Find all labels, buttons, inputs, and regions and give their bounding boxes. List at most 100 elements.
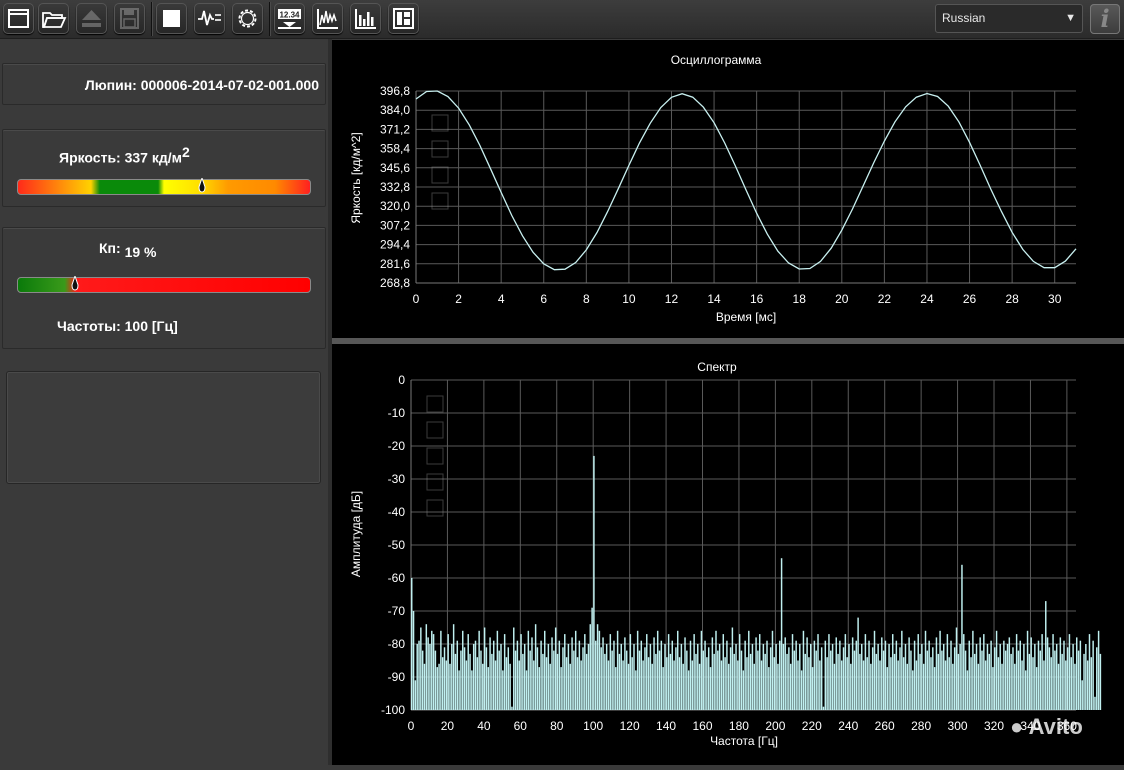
brightness-needle-icon — [198, 178, 206, 193]
spectrum-bar — [618, 653, 621, 710]
spectrum-bar — [975, 644, 978, 710]
spectrum-title: Спектр — [697, 360, 737, 374]
info-button[interactable]: i — [1090, 4, 1120, 34]
spectrum-bar — [1003, 640, 1005, 710]
info-icon: i — [1100, 4, 1110, 33]
counter-button[interactable]: 12.34 — [274, 3, 305, 34]
spectrum-bar — [797, 660, 799, 710]
spectrum-bar — [926, 650, 929, 710]
spectrum-bar — [1032, 657, 1034, 710]
y-tick-label: -100 — [381, 703, 405, 717]
spectrum-bar — [868, 640, 870, 710]
zoom-out-icon[interactable] — [426, 473, 444, 491]
spectrum-bar — [720, 660, 723, 710]
open-button[interactable] — [38, 3, 69, 34]
waveform-button[interactable] — [194, 3, 225, 34]
x-tick-label: 120 — [620, 719, 640, 733]
spectrum-bar — [629, 634, 632, 710]
oscillogram-chart[interactable]: Осциллограмма 0 2 4 6 8 10 12 14 16 18 20 22 24 26 28 3… — [332, 40, 1124, 338]
spectrum-bar — [908, 637, 910, 710]
spectrum-bar — [542, 653, 544, 710]
fit-icon[interactable] — [426, 499, 444, 517]
spectrum-bar — [1086, 660, 1089, 710]
spectrum-bar — [569, 663, 571, 710]
spectrum-bar — [813, 640, 816, 710]
undo-icon[interactable] — [426, 395, 444, 413]
spectrum-bar — [1079, 640, 1082, 710]
spectrum-bar — [529, 650, 531, 710]
save-button[interactable] — [114, 3, 145, 34]
spectrum-bar — [640, 640, 643, 710]
spectrum-bar — [553, 650, 555, 710]
spectrum-bar — [904, 644, 907, 710]
spectrum-bar — [482, 663, 484, 710]
spectrum-bar — [1035, 667, 1038, 710]
spectrum-bar — [600, 647, 602, 710]
spectrum-bar — [447, 634, 449, 710]
x-tick-label: 6 — [540, 292, 547, 306]
svg-text:12.34: 12.34 — [279, 11, 300, 20]
settings-button[interactable] — [232, 3, 263, 34]
y-tick-label: -10 — [388, 406, 406, 420]
spectrum-bar — [625, 650, 628, 710]
spectrum-bar — [673, 660, 675, 710]
spectrum-bar — [819, 660, 821, 710]
spectrum-bar — [425, 624, 428, 710]
zoom-in-icon[interactable] — [426, 447, 444, 465]
spectrum-bar — [879, 660, 881, 710]
y-tick-label: 281,6 — [380, 257, 410, 271]
spectrum-bar — [533, 660, 535, 710]
x-tick-label: 12 — [665, 292, 679, 306]
zoom-auto-icon[interactable] — [431, 114, 449, 132]
spectrum-bar — [492, 640, 495, 710]
spectrum-bar — [1077, 650, 1080, 710]
spectrum-bar — [467, 634, 469, 710]
x-tick-label: 4 — [498, 292, 505, 306]
spectrum-bar — [687, 670, 690, 710]
spectrum-bar — [655, 653, 657, 710]
spectrum-bar — [1097, 630, 1100, 710]
spectrum-bar — [950, 640, 952, 710]
eject-button[interactable] — [76, 3, 107, 34]
spectrum-chart[interactable]: Спектр 0 20 40 60 80 100 120 140 160 180 200 220 240… — [332, 344, 1124, 765]
spectrum-bar — [1063, 640, 1065, 710]
chart-toolbox — [426, 395, 444, 517]
oscillogram-view-button[interactable] — [312, 3, 343, 34]
layout-button[interactable] — [388, 3, 419, 34]
spectrum-bar — [538, 667, 540, 710]
spectrum-bar — [775, 644, 777, 710]
spectrum-bar — [596, 624, 599, 710]
spectrum-bar — [866, 657, 868, 710]
spectrum-bar — [511, 706, 513, 710]
spectrum-bar — [1015, 634, 1018, 710]
spectrum-bar — [946, 634, 949, 710]
spectrum-bar — [1081, 680, 1083, 710]
spectrum-bar — [994, 647, 996, 710]
spectrum-bar — [556, 653, 559, 710]
language-select[interactable]: Russian ▼ — [935, 4, 1083, 33]
spectrum-bar — [438, 663, 440, 710]
spectrum-bar — [952, 663, 954, 710]
stop-button[interactable] — [156, 3, 187, 34]
kp-needle-icon — [71, 276, 79, 291]
spectrum-bar — [440, 630, 442, 710]
spectrum-bar — [500, 644, 502, 710]
spectrum-bar — [882, 650, 885, 710]
x-tick-label: 10 — [622, 292, 636, 306]
spectrum-bar — [483, 627, 486, 710]
spectrum-bar — [932, 647, 934, 710]
spectrum-bar — [1045, 601, 1047, 710]
spectrum-bar — [873, 630, 876, 710]
spectrum-bar — [742, 670, 745, 710]
spectrum-bar — [848, 644, 850, 710]
spectrum-bar — [505, 657, 508, 710]
spectrum-bar — [709, 667, 712, 710]
spectrum-bar — [458, 670, 460, 710]
spectrum-view-button[interactable] — [350, 3, 381, 34]
new-window-button[interactable] — [3, 3, 34, 34]
spectrum-bar — [1088, 634, 1091, 710]
zoom-auto-icon[interactable] — [426, 421, 444, 439]
spectrum-bar — [850, 663, 852, 710]
spectrum-bar — [411, 578, 413, 710]
zoom-out-icon[interactable] — [431, 166, 449, 184]
